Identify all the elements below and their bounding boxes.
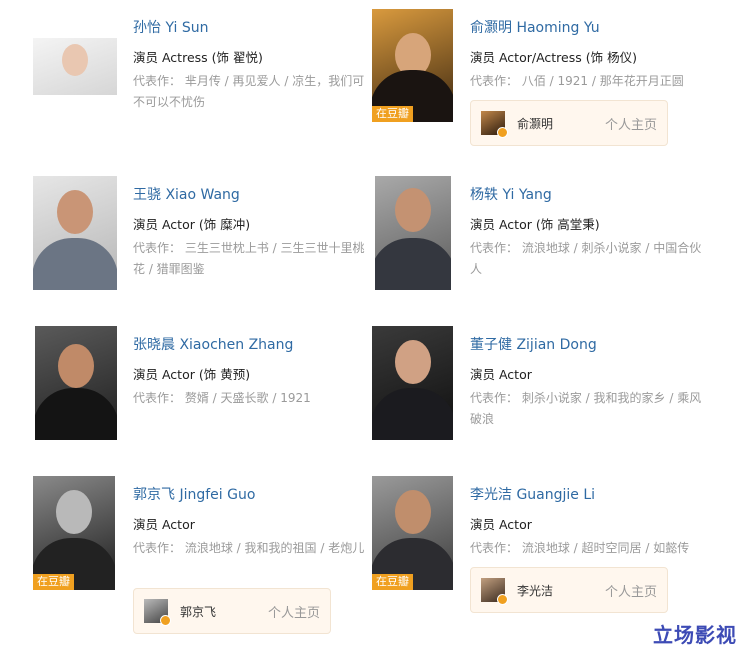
portrait-body-icon xyxy=(372,388,453,440)
homepage-name: 郭京飞 xyxy=(180,605,217,619)
person-works: 代表作： 赘婿 / 天盛长歌 / 1921 xyxy=(133,388,373,409)
photo-xiaochen-zhang[interactable] xyxy=(35,326,117,440)
works-label: 代表作： xyxy=(470,541,519,555)
portrait-body-icon xyxy=(35,388,117,440)
watermark-logo: 立场影视 xyxy=(653,623,737,647)
photo-yi-sun[interactable] xyxy=(33,38,117,95)
verified-badge-icon xyxy=(497,594,508,605)
person-works: 代表作： 三生三世枕上书 / 三生三世十里桃花 / 猎罪图鉴 xyxy=(133,238,373,280)
douban-tag: 在豆瓣 xyxy=(33,574,74,590)
works-list: 赘婿 / 天盛长歌 / 1921 xyxy=(184,391,311,405)
portrait-body-icon xyxy=(33,238,117,290)
person-name[interactable]: 张晓晨 Xiaochen Zhang xyxy=(133,334,293,354)
person-name[interactable]: 董子健 Zijian Dong xyxy=(470,334,597,354)
photo-zijian-dong[interactable] xyxy=(372,326,453,440)
person-role: 演员 Actor (饰 糜冲) xyxy=(133,217,251,232)
person-role: 演员 Actor xyxy=(470,367,532,382)
person-works: 代表作： 流浪地球 / 超时空同居 / 如懿传 xyxy=(470,538,710,559)
portrait-icon xyxy=(62,44,88,76)
homepage-link[interactable]: 个人主页 xyxy=(268,602,320,621)
person-name[interactable]: 郭京飞 Jingfei Guo xyxy=(133,484,255,504)
person-name[interactable]: 王骁 Xiao Wang xyxy=(133,184,240,204)
works-list: 八佰 / 1921 / 那年花开月正圆 xyxy=(521,74,684,88)
portrait-icon xyxy=(394,340,431,384)
person-name[interactable]: 杨轶 Yi Yang xyxy=(470,184,552,204)
person-works: 代表作： 芈月传 / 再见爱人 / 凉生，我们可不可以不忧伤 xyxy=(133,71,373,113)
portrait-body-icon xyxy=(375,238,451,290)
person-works: 代表作： 刺杀小说家 / 我和我的家乡 / 乘风破浪 xyxy=(470,388,710,430)
person-role: 演员 Actor xyxy=(470,517,532,532)
avatar xyxy=(481,111,508,138)
person-works: 代表作： 流浪地球 / 我和我的祖国 / 老炮儿 xyxy=(133,538,373,559)
portrait-icon xyxy=(58,344,94,388)
person-role: 演员 Actor (饰 黄预) xyxy=(133,367,251,382)
person-role: 演员 Actor (饰 高堂秉) xyxy=(470,217,600,232)
avatar xyxy=(144,599,171,626)
homepage-box[interactable]: 李光洁 个人主页 xyxy=(470,567,668,613)
photo-jingfei-guo[interactable]: 在豆瓣 xyxy=(33,476,115,590)
works-label: 代表作： xyxy=(133,74,182,88)
person-name[interactable]: 李光洁 Guangjie Li xyxy=(470,484,595,504)
homepage-name: 李光洁 xyxy=(517,584,554,598)
person-name[interactable]: 俞灏明 Haoming Yu xyxy=(470,17,600,37)
homepage-box[interactable]: 郭京飞 个人主页 xyxy=(133,588,331,634)
photo-xiao-wang[interactable] xyxy=(33,176,117,290)
portrait-icon xyxy=(56,490,92,534)
portrait-icon xyxy=(395,188,431,232)
works-label: 代表作： xyxy=(133,241,182,255)
person-works: 代表作： 八佰 / 1921 / 那年花开月正圆 xyxy=(470,71,710,92)
avatar xyxy=(481,578,508,605)
photo-guangjie-li[interactable]: 在豆瓣 xyxy=(372,476,453,590)
person-role: 演员 Actor/Actress (饰 杨仪) xyxy=(470,50,637,65)
works-list: 流浪地球 / 超时空同居 / 如懿传 xyxy=(521,541,690,555)
works-label: 代表作： xyxy=(470,391,519,405)
portrait-icon xyxy=(394,490,431,534)
works-label: 代表作： xyxy=(133,391,182,405)
homepage-link[interactable]: 个人主页 xyxy=(605,114,657,133)
douban-tag: 在豆瓣 xyxy=(372,106,413,122)
person-role: 演员 Actor xyxy=(133,517,195,532)
douban-tag: 在豆瓣 xyxy=(372,574,413,590)
works-label: 代表作： xyxy=(470,241,519,255)
person-role: 演员 Actress (饰 翟悦) xyxy=(133,50,263,65)
verified-badge-icon xyxy=(160,615,171,626)
person-name[interactable]: 孙怡 Yi Sun xyxy=(133,17,208,37)
homepage-name: 俞灏明 xyxy=(517,117,554,131)
works-label: 代表作： xyxy=(470,74,519,88)
works-list: 流浪地球 / 我和我的祖国 / 老炮儿 xyxy=(184,541,365,555)
verified-badge-icon xyxy=(497,127,508,138)
photo-haoming-yu[interactable]: 在豆瓣 xyxy=(372,9,453,122)
works-label: 代表作： xyxy=(133,541,182,555)
portrait-icon xyxy=(57,190,93,234)
homepage-box[interactable]: 俞灏明 个人主页 xyxy=(470,100,668,146)
photo-yi-yang[interactable] xyxy=(375,176,451,290)
homepage-link[interactable]: 个人主页 xyxy=(605,581,657,600)
person-works: 代表作： 流浪地球 / 刺杀小说家 / 中国合伙人 xyxy=(470,238,710,280)
